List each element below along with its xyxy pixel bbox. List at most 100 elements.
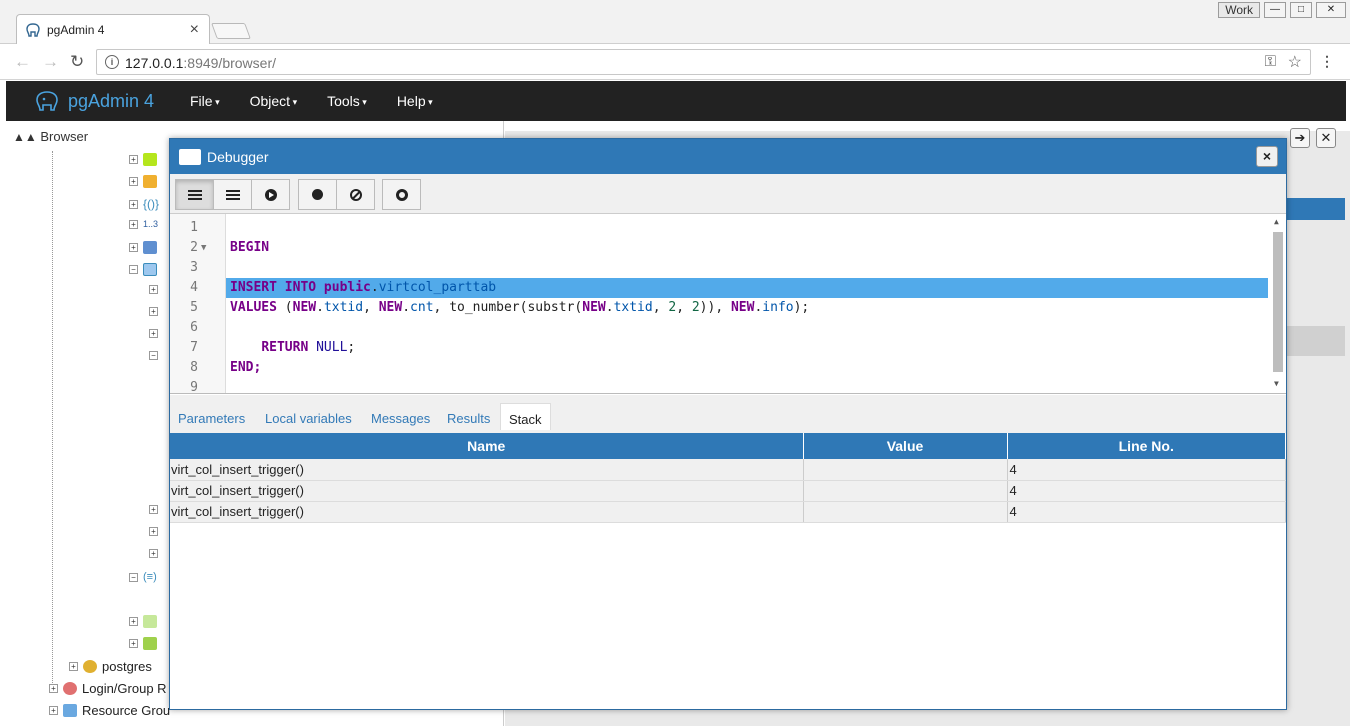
panel-arrow-icon[interactable]: ➔ bbox=[1290, 128, 1310, 148]
address-bar: ← → ↻ i 127.0.0.1:8949/browser/ ⚿ ☆ ⋮ bbox=[0, 44, 1350, 80]
domain-icon bbox=[143, 175, 157, 188]
code-line: 3 bbox=[190, 260, 198, 275]
minimize-icon[interactable]: — bbox=[1264, 2, 1286, 18]
panel-close-icon[interactable]: ✕ bbox=[1316, 128, 1336, 148]
key-icon[interactable]: ⚿ bbox=[1265, 53, 1276, 70]
step-into-icon bbox=[187, 189, 202, 200]
menu-file[interactable]: File bbox=[190, 93, 220, 109]
tree-node[interactable]: + bbox=[129, 637, 157, 650]
function-icon: {()} bbox=[143, 197, 160, 211]
forward-icon[interactable]: → bbox=[42, 52, 59, 72]
tree-node[interactable]: + bbox=[149, 329, 158, 338]
code-line: 5 VALUES (NEW.txtid, NEW.cnt, to_number(… bbox=[190, 300, 810, 315]
code-line: 8 END; bbox=[190, 360, 262, 375]
database-icon bbox=[83, 660, 97, 673]
tab-close-icon[interactable]: × bbox=[190, 21, 199, 39]
tree-node[interactable]: +{()} bbox=[129, 197, 159, 211]
browser-panel-header: ▲▲ Browser bbox=[6, 129, 88, 151]
step-over-button[interactable] bbox=[213, 179, 252, 210]
stop-button[interactable] bbox=[382, 179, 421, 210]
step-into-button[interactable] bbox=[175, 179, 214, 210]
table-row[interactable]: virt_col_insert_trigger() 4 bbox=[170, 501, 1286, 523]
url-text: 127.0.0.1:8949/browser/ bbox=[125, 55, 276, 71]
stack-line-cell: 4 bbox=[1007, 459, 1286, 481]
tree-node[interactable]: + bbox=[149, 307, 158, 316]
scroll-up-icon[interactable]: ▲ bbox=[1274, 217, 1279, 226]
code-line: 9 bbox=[190, 380, 198, 392]
restore-icon[interactable]: □ bbox=[1290, 2, 1312, 18]
table-row[interactable]: virt_col_insert_trigger() 4 bbox=[170, 459, 1286, 481]
browser-tab[interactable]: pgAdmin 4 × bbox=[16, 14, 210, 45]
debugger-close-button[interactable]: × bbox=[1256, 146, 1278, 167]
tab-title: pgAdmin 4 bbox=[47, 23, 105, 37]
window-close-icon[interactable]: ✕ bbox=[1316, 2, 1346, 18]
tree-label: Login/Group R bbox=[82, 681, 167, 696]
tree-node[interactable]: + bbox=[129, 615, 157, 628]
code-editor[interactable]: 1 2 ▼ BEGIN 3 4 INSERT INTO public.virtc… bbox=[170, 214, 1286, 394]
menu-object[interactable]: Object bbox=[250, 93, 298, 109]
browser-titlebar: pgAdmin 4 × Work — □ ✕ bbox=[0, 0, 1350, 45]
bookmark-star-icon[interactable]: ☆ bbox=[1288, 52, 1302, 72]
code-line: 1 bbox=[190, 220, 198, 235]
browser-panel-title: Browser bbox=[40, 129, 89, 144]
brand-text: pgAdmin 4 bbox=[68, 90, 155, 111]
tree-node[interactable]: + bbox=[149, 285, 158, 294]
fold-icon[interactable]: ▼ bbox=[201, 238, 206, 258]
tab-parameters[interactable]: Parameters bbox=[178, 411, 245, 426]
code-scrollbar[interactable]: ▲ ▼ bbox=[1272, 217, 1284, 389]
current-code-line: 4 INSERT INTO public.virtcol_parttab bbox=[170, 278, 1270, 298]
url-input[interactable]: i 127.0.0.1:8949/browser/ ⚿ ☆ bbox=[96, 49, 1311, 75]
debugger-title: Debugger bbox=[207, 149, 269, 165]
postgres-elephant-icon bbox=[26, 23, 40, 37]
profile-button[interactable]: Work bbox=[1218, 2, 1260, 18]
step-over-icon bbox=[225, 189, 240, 200]
site-info-icon[interactable]: i bbox=[105, 55, 119, 69]
column-header-value[interactable]: Value bbox=[803, 433, 1008, 459]
brand[interactable]: pgAdmin 4 bbox=[34, 90, 154, 112]
tree-label: Resource Grou bbox=[82, 703, 171, 718]
tree-node-login-roles[interactable]: + Login/Group R bbox=[49, 681, 167, 696]
column-header-line[interactable]: Line No. bbox=[1007, 433, 1286, 459]
clear-breakpoints-button[interactable] bbox=[336, 179, 375, 210]
tree-node[interactable]: + bbox=[149, 505, 158, 514]
toggle-breakpoint-button[interactable] bbox=[298, 179, 337, 210]
collation-icon bbox=[143, 153, 157, 166]
menu-help[interactable]: Help bbox=[397, 93, 433, 109]
binoculars-icon: ▲▲ bbox=[13, 130, 37, 144]
tree-node[interactable]: + bbox=[129, 241, 157, 254]
play-icon bbox=[264, 188, 277, 201]
back-icon[interactable]: ← bbox=[14, 52, 31, 72]
reload-icon[interactable]: ↻ bbox=[70, 52, 84, 72]
stack-name-cell: virt_col_insert_trigger() bbox=[170, 480, 804, 502]
scroll-down-icon[interactable]: ▼ bbox=[1274, 379, 1279, 388]
continue-button[interactable] bbox=[251, 179, 290, 210]
tree-node[interactable]: − bbox=[129, 263, 157, 276]
tab-results[interactable]: Results bbox=[447, 411, 490, 426]
column-header-name[interactable]: Name bbox=[170, 433, 804, 459]
new-tab-button[interactable] bbox=[211, 23, 251, 39]
tab-messages[interactable]: Messages bbox=[371, 411, 430, 426]
pgadmin-logo-icon bbox=[36, 91, 58, 111]
tree-node[interactable]: + bbox=[129, 175, 157, 188]
tree-node[interactable]: − (≡) bbox=[129, 571, 157, 583]
tree-node-resource-groups[interactable]: + Resource Grou bbox=[49, 703, 170, 718]
code-line: 6 bbox=[190, 320, 198, 335]
chrome-menu-icon[interactable]: ⋮ bbox=[1320, 53, 1334, 70]
debugger-header: Debugger × bbox=[170, 139, 1286, 174]
menu-tools[interactable]: Tools bbox=[327, 93, 367, 109]
clear-icon bbox=[349, 188, 362, 201]
tree-node[interactable]: + bbox=[149, 527, 158, 536]
tree-node-postgres[interactable]: + postgres bbox=[69, 659, 152, 674]
tree-node[interactable]: + bbox=[149, 549, 158, 558]
debugger-toolbar bbox=[170, 174, 1286, 214]
sequence-icon: 1..3 bbox=[143, 219, 159, 229]
table-row[interactable]: virt_col_insert_trigger() 4 bbox=[170, 480, 1286, 502]
stack-line-cell: 4 bbox=[1007, 480, 1286, 502]
stack-line-cell: 4 bbox=[1007, 501, 1286, 523]
tree-node[interactable]: +1..3 bbox=[129, 219, 158, 229]
tab-stack[interactable]: Stack bbox=[500, 403, 551, 430]
tab-local-variables[interactable]: Local variables bbox=[265, 411, 352, 426]
tree-node[interactable]: − bbox=[149, 351, 158, 360]
tree-node[interactable]: + bbox=[129, 153, 157, 166]
code-line: 7 RETURN NULL; bbox=[190, 340, 356, 355]
